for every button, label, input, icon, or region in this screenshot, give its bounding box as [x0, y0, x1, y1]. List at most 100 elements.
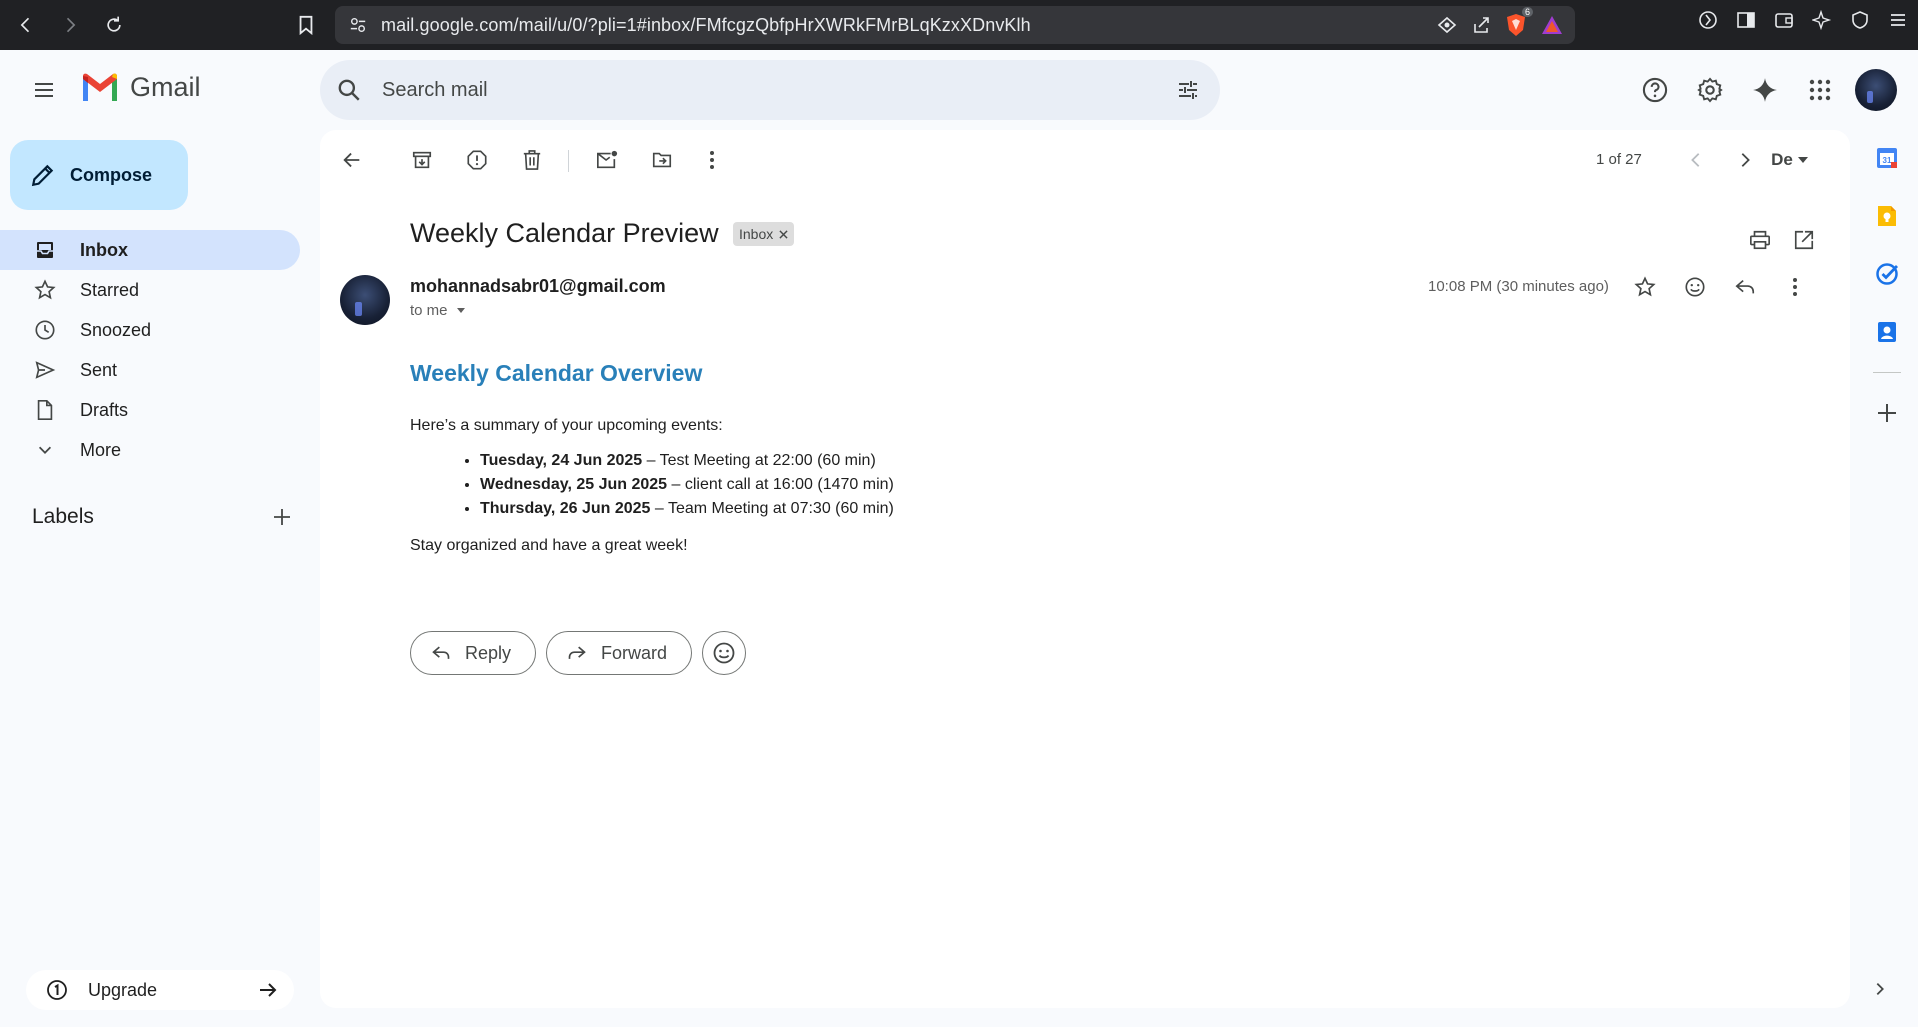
hide-side-panel-icon[interactable] [1872, 980, 1888, 998]
search-options-icon[interactable] [1176, 78, 1200, 102]
body-intro: Here’s a summary of your upcoming events… [410, 417, 723, 434]
reply-button[interactable]: Reply [410, 631, 537, 675]
calendar-icon[interactable]: 31 [1869, 140, 1905, 176]
url-text[interactable]: mail.google.com/mail/u/0/?pli=1#inbox/FM… [381, 15, 1031, 36]
subject-actions [1740, 220, 1824, 260]
main-menu-icon[interactable] [24, 70, 64, 110]
sidebar-nav: Inbox Starred Snoozed Sent Drafts More [0, 230, 300, 470]
mark-unread-icon[interactable] [587, 140, 627, 180]
add-reaction-icon[interactable] [1675, 267, 1715, 307]
upgrade-button[interactable]: Upgrade [26, 970, 294, 1010]
message-toolbar: 1 of 27 De [320, 130, 1850, 190]
leo-icon[interactable] [1698, 10, 1718, 30]
event-date: Thursday, 26 Jun 2025 [480, 500, 651, 517]
sidebar-item-snoozed[interactable]: Snoozed [0, 310, 300, 350]
address-bar[interactable]: mail.google.com/mail/u/0/?pli=1#inbox/FM… [335, 6, 1575, 44]
add-label-icon[interactable] [272, 507, 292, 527]
archive-icon[interactable] [402, 140, 442, 180]
move-to-icon[interactable] [642, 140, 682, 180]
recipient-details[interactable]: to me [410, 302, 466, 319]
list-item: Wednesday, 25 Jun 2025 – client call at … [480, 473, 1410, 497]
contacts-icon[interactable] [1869, 314, 1905, 350]
caret-down-icon [1797, 157, 1808, 163]
chevron-down-icon [34, 439, 56, 461]
account-avatar[interactable] [1855, 69, 1897, 111]
reply-icon[interactable] [1725, 267, 1765, 307]
sidebar-item-label: Sent [80, 359, 118, 380]
brave-rewards-icon[interactable] [1541, 15, 1563, 35]
event-detail: – client call at 16:00 (1470 min) [667, 476, 894, 493]
arrow-right-icon [258, 980, 278, 1000]
print-icon[interactable] [1740, 220, 1780, 260]
wallet-icon[interactable] [1774, 10, 1794, 30]
sidebar-item-label: Starred [80, 279, 140, 300]
forward-button[interactable]: Forward [546, 631, 693, 675]
input-tools-dropdown[interactable]: De [1760, 140, 1820, 180]
labels-heading: Labels [32, 505, 94, 528]
browser-reload-icon[interactable] [94, 5, 134, 45]
sidebar-item-more[interactable]: More [0, 430, 300, 470]
labels-section: Labels [32, 505, 292, 529]
brave-shields-icon[interactable]: 6 [1505, 7, 1533, 37]
remove-label-icon[interactable] [779, 229, 788, 239]
side-panel-divider [1873, 372, 1901, 373]
open-new-window-icon[interactable] [1784, 220, 1824, 260]
sidebar-item-sent[interactable]: Sent [0, 350, 300, 390]
brave-shield-badge: 6 [1521, 7, 1533, 17]
emoji-reaction-button[interactable] [702, 631, 747, 675]
tasks-icon[interactable] [1869, 256, 1905, 292]
event-date: Wednesday, 25 Jun 2025 [480, 476, 668, 493]
search-bar[interactable] [320, 60, 1220, 120]
label-chip-text: Inbox [739, 226, 774, 242]
back-arrow-icon[interactable] [332, 140, 372, 180]
search-icon[interactable] [336, 77, 362, 103]
settings-gear-icon[interactable] [1690, 68, 1730, 112]
browser-forward-icon[interactable] [50, 5, 90, 45]
event-date: Tuesday, 24 Jun 2025 [480, 452, 643, 469]
star-icon[interactable] [1625, 267, 1665, 307]
browser-extensions [1698, 10, 1908, 30]
sidebar-item-drafts[interactable]: Drafts [0, 390, 300, 430]
sidebar-toggle-icon[interactable] [1736, 10, 1756, 30]
help-icon[interactable] [1635, 68, 1675, 112]
older-chevron-icon[interactable] [1725, 140, 1765, 180]
ai-sparkle-icon[interactable] [1812, 10, 1832, 30]
forward-icon [568, 646, 586, 659]
sidebar-item-label: Drafts [80, 399, 129, 420]
newer-chevron-icon[interactable] [1676, 140, 1716, 180]
site-settings-icon[interactable] [349, 16, 367, 34]
browser-back-icon[interactable] [6, 5, 46, 45]
header-actions [1635, 68, 1897, 112]
apps-grid-icon[interactable] [1800, 68, 1840, 112]
event-list: Tuesday, 24 Jun 2025 – Test Meeting at 2… [480, 449, 1410, 521]
list-item: Tuesday, 24 Jun 2025 – Test Meeting at 2… [480, 449, 1410, 473]
gmail-logo[interactable]: Gmail [80, 72, 201, 103]
report-spam-icon[interactable] [457, 140, 497, 180]
bookmark-icon[interactable] [286, 5, 326, 45]
search-input[interactable] [382, 78, 1082, 102]
browser-menu-icon[interactable] [1888, 10, 1908, 30]
compose-button[interactable]: Compose [10, 140, 188, 210]
email-body: Weekly Calendar Overview Here’s a summar… [410, 360, 1410, 555]
more-vert-icon[interactable] [1775, 267, 1815, 307]
more-vert-icon[interactable] [692, 140, 732, 180]
upgrade-badge-icon [46, 979, 68, 1001]
email-subject: Weekly Calendar Preview [410, 218, 719, 248]
list-item: Thursday, 26 Jun 2025 – Team Meeting at … [480, 497, 1410, 521]
side-panel: 31 [1862, 140, 1912, 431]
recipient-label: to me [410, 302, 448, 319]
sidebar-item-inbox[interactable]: Inbox [0, 230, 300, 270]
sidebar-item-label: More [80, 439, 122, 460]
vpn-icon[interactable] [1850, 10, 1870, 30]
sender-avatar[interactable] [340, 275, 390, 325]
keep-icon[interactable] [1869, 198, 1905, 234]
get-addons-icon[interactable] [1869, 395, 1905, 431]
delete-icon[interactable] [512, 140, 552, 180]
gemini-sparkle-icon[interactable] [1745, 68, 1785, 112]
sender-address[interactable]: mohannadsabr01@gmail.com [410, 276, 666, 297]
share-icon[interactable] [1471, 15, 1491, 35]
sidebar-item-starred[interactable]: Starred [0, 270, 300, 310]
reply-icon [432, 646, 450, 659]
app-name: Gmail [130, 72, 201, 102]
hide-icon[interactable] [1437, 15, 1457, 35]
